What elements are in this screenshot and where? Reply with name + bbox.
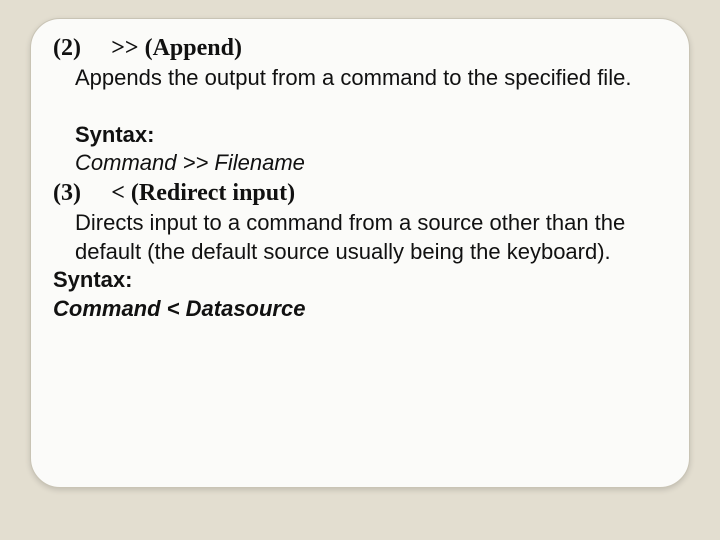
item-3-number: (3) bbox=[53, 180, 81, 206]
item-3-operator: < (Redirect input) bbox=[111, 180, 295, 206]
item-2-operator: >> (Append) bbox=[111, 35, 242, 61]
item-3-header: (3) < (Redirect input) bbox=[53, 178, 669, 209]
item-2-number: (2) bbox=[53, 35, 81, 61]
item-3-syntax-label: Syntax: bbox=[53, 266, 669, 295]
item-3-description: Directs input to a command from a source… bbox=[53, 209, 669, 266]
item-2-syntax: Command >> Filename bbox=[53, 149, 669, 178]
item-2-header: (2) >> (Append) bbox=[53, 33, 669, 64]
content-card: (2) >> (Append) Appends the output from … bbox=[30, 18, 690, 488]
item-2-syntax-label: Syntax: bbox=[53, 121, 669, 150]
item-2-description: Appends the output from a command to the… bbox=[53, 64, 669, 93]
item-3-syntax: Command < Datasource bbox=[53, 295, 669, 324]
